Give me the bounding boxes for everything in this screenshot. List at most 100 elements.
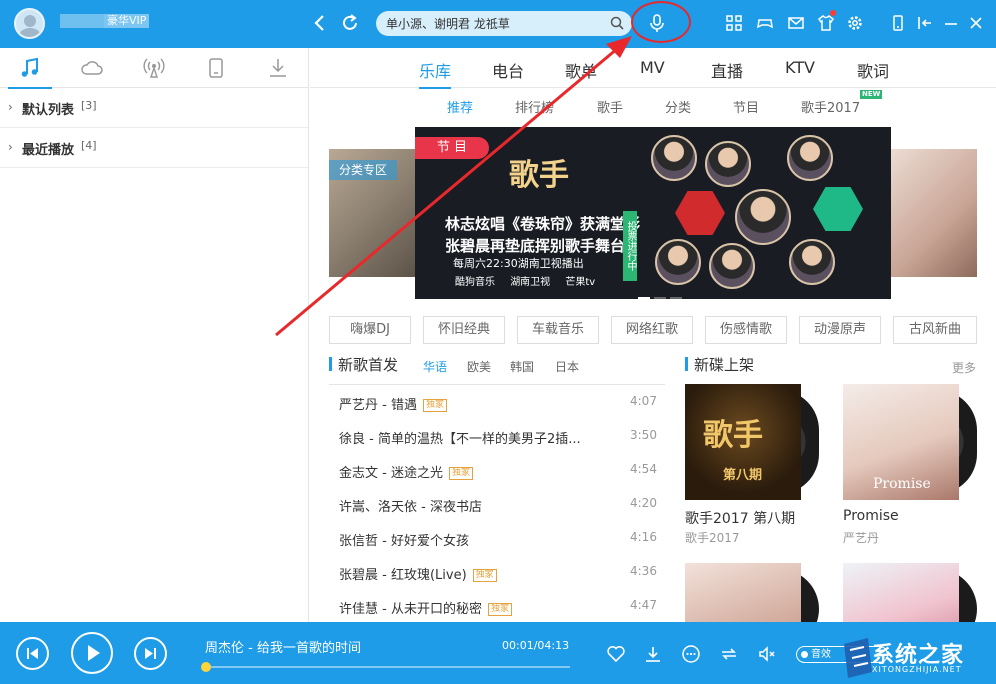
song-row[interactable]: 许嵩、洛天依 - 深夜书店 4:20 <box>329 487 665 521</box>
filter-korean[interactable]: 韩国 <box>510 358 534 375</box>
filter-western[interactable]: 欧美 <box>467 358 491 375</box>
song-row[interactable]: 张碧晨 - 红玫瑰(Live) 独家 4:36 <box>329 555 665 589</box>
album-name[interactable]: 歌手2017 第八期 <box>685 508 795 528</box>
repeat-icon[interactable] <box>719 644 739 664</box>
song-duration: 4:54 <box>630 462 657 476</box>
refresh-icon <box>343 14 357 30</box>
tab-live[interactable]: 直播 <box>711 58 743 82</box>
album-art-text: 第八期 <box>723 468 763 483</box>
album-card[interactable] <box>843 563 977 622</box>
cloud-icon <box>81 61 103 75</box>
play-button[interactable] <box>71 632 113 674</box>
back-button[interactable] <box>309 12 331 34</box>
heart-icon[interactable] <box>606 644 626 664</box>
song-row[interactable]: 张信哲 - 好好爱个女孩 4:16 <box>329 521 665 555</box>
minimize-icon[interactable] <box>942 14 960 32</box>
filter-chinese[interactable]: 华语 <box>423 358 447 375</box>
genre-tag[interactable]: 怀旧经典 <box>423 316 505 344</box>
username-redacted[interactable] <box>60 14 104 28</box>
sidebar-tab-radio[interactable] <box>142 56 166 80</box>
mini-mode-icon[interactable] <box>889 14 907 32</box>
skin-shirt-icon[interactable] <box>817 14 835 32</box>
genre-tag[interactable]: 古风新曲 <box>893 316 977 344</box>
section-title: 新歌首发 <box>338 356 399 374</box>
next-button[interactable] <box>134 637 167 670</box>
search-input[interactable] <box>376 11 586 36</box>
playlist-recent[interactable]: › 最近播放 [4] <box>0 128 308 168</box>
carousel-dot[interactable] <box>654 297 666 299</box>
song-row[interactable]: 严艺丹 - 错遇 独家 4:07 <box>329 385 665 419</box>
genre-tag[interactable]: 嗨爆DJ <box>329 316 411 344</box>
genre-tag[interactable]: 网络红歌 <box>611 316 693 344</box>
tab-library[interactable]: 乐库 <box>419 58 452 89</box>
banner-next-slide[interactable] <box>891 149 977 277</box>
song-title[interactable]: 徐良 - 简单的温热【不一样的美男子2插... <box>339 428 581 447</box>
apps-grid-icon[interactable] <box>725 14 743 32</box>
download-icon[interactable] <box>643 644 663 664</box>
album-artist[interactable]: 歌手2017 <box>685 529 740 546</box>
album-cover[interactable]: 歌手 第八期 <box>685 384 819 500</box>
tab-playlists[interactable]: 歌单 <box>565 58 597 82</box>
album-card[interactable]: Promise Promise 严艺丹 <box>843 384 977 545</box>
previous-button[interactable] <box>16 637 49 670</box>
singer-photo <box>787 135 833 181</box>
song-title[interactable]: 张信哲 - 好好爱个女孩 <box>339 530 469 549</box>
close-icon[interactable] <box>967 14 985 32</box>
album-artist[interactable]: 严艺丹 <box>843 529 879 546</box>
song-title[interactable]: 金志文 - 迷途之光 独家 <box>339 462 473 481</box>
user-avatar[interactable] <box>14 8 45 39</box>
search-box[interactable] <box>376 11 632 36</box>
tab-mv[interactable]: MV <box>640 58 665 77</box>
section-marker <box>685 357 688 371</box>
group-photo <box>735 189 791 245</box>
album-cover[interactable]: Promise <box>843 384 977 500</box>
song-duration: 4:47 <box>630 598 657 612</box>
sidebar-tab-device[interactable] <box>204 56 228 80</box>
subtab-categories[interactable]: 分类 <box>665 97 691 116</box>
subtab-recommended[interactable]: 推荐 <box>447 97 473 116</box>
game-controller-icon[interactable] <box>756 14 774 32</box>
sidebar-tab-download[interactable] <box>266 56 290 80</box>
subtab-singers[interactable]: 歌手 <box>597 97 623 116</box>
main-tabs: 乐库 电台 歌单 MV 直播 KTV 歌词 <box>310 48 996 89</box>
song-row[interactable]: 金志文 - 迷途之光 独家 4:54 <box>329 453 665 487</box>
album-name[interactable]: Promise <box>843 508 899 524</box>
song-duration: 3:50 <box>630 428 657 442</box>
playlist-default[interactable]: › 默认列表 [3] <box>0 88 308 128</box>
subtab-programs[interactable]: 节目 <box>733 97 759 116</box>
settings-gear-icon[interactable] <box>846 14 864 32</box>
carousel-dot[interactable] <box>638 297 650 299</box>
more-options-icon[interactable] <box>681 644 701 664</box>
sidebar-tab-music[interactable] <box>8 56 52 89</box>
song-title[interactable]: 许佳慧 - 从未开口的秘密 独家 <box>339 598 512 617</box>
song-row[interactable]: 许佳慧 - 从未开口的秘密 独家 4:47 <box>329 589 665 623</box>
banner-slide[interactable]: 节 目 歌手 林志炫唱《卷珠帘》获满堂彩 张碧晨再垫底挥别歌手舞台 每周六22:… <box>415 127 891 299</box>
album-card[interactable]: 歌手 第八期 歌手2017 第八期 歌手2017 <box>685 384 819 545</box>
tab-radio[interactable]: 电台 <box>492 58 524 82</box>
song-title[interactable]: 张碧晨 - 红玫瑰(Live) 独家 <box>339 564 497 583</box>
carousel-dot[interactable] <box>670 297 682 299</box>
sidebar-tab-cloud[interactable] <box>80 56 104 80</box>
tab-lyrics[interactable]: 歌词 <box>857 58 889 82</box>
genre-tag[interactable]: 动漫原声 <box>799 316 881 344</box>
collapse-icon[interactable] <box>916 14 934 32</box>
song-title[interactable]: 严艺丹 - 错遇 独家 <box>339 394 447 413</box>
progress-bar[interactable] <box>206 666 570 668</box>
genre-tag[interactable]: 车载音乐 <box>517 316 599 344</box>
progress-knob[interactable] <box>201 662 211 672</box>
more-link[interactable]: 更多 <box>952 359 976 376</box>
exclusive-tag: 独家 <box>448 467 473 480</box>
album-card[interactable] <box>685 563 819 622</box>
mail-icon[interactable] <box>787 14 805 32</box>
genre-tag[interactable]: 伤感情歌 <box>705 316 787 344</box>
volume-mute-icon[interactable] <box>757 644 777 664</box>
search-icon[interactable] <box>610 16 624 30</box>
tab-ktv[interactable]: KTV <box>785 58 815 77</box>
song-row[interactable]: 徐良 - 简单的温热【不一样的美男子2插... 3:50 <box>329 419 665 453</box>
refresh-button[interactable] <box>339 12 361 34</box>
filter-japanese[interactable]: 日本 <box>555 358 579 375</box>
now-playing-title[interactable]: 周杰伦 - 给我一首歌的时间 <box>205 637 361 656</box>
song-title[interactable]: 许嵩、洛天依 - 深夜书店 <box>339 496 482 515</box>
subtab-singer-2017[interactable]: 歌手2017 <box>801 97 860 116</box>
subtab-charts[interactable]: 排行榜 <box>515 97 554 116</box>
